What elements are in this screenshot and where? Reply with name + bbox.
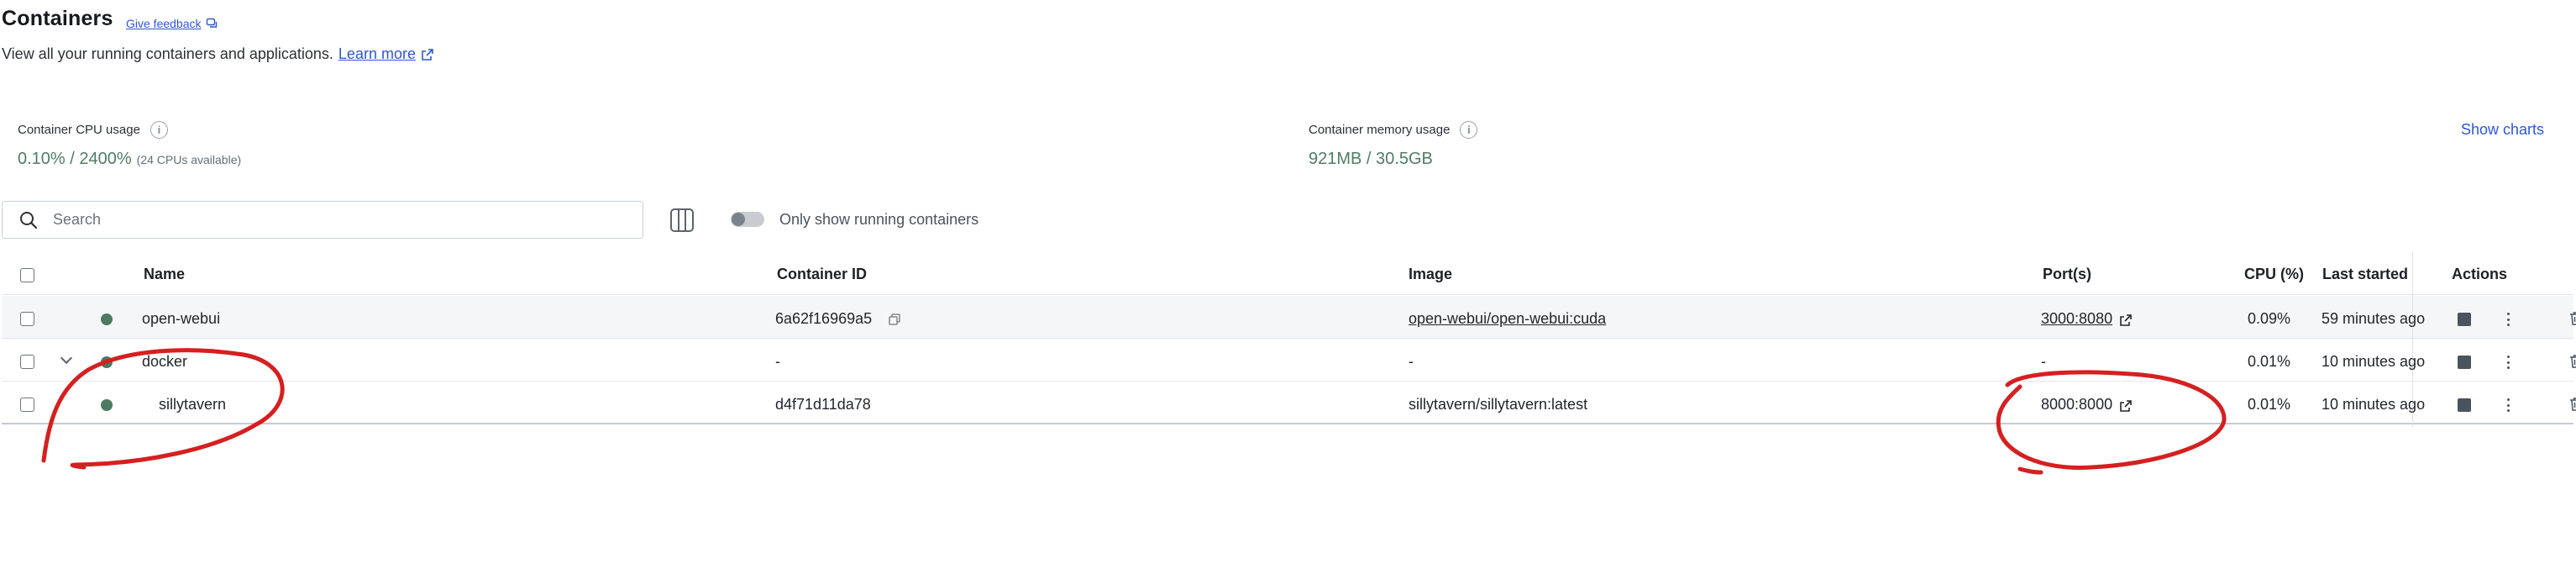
cpu-usage-value: 0.10% / 2400% (24 CPUs available) xyxy=(18,150,241,169)
image-link[interactable]: open-webui/open-webui:cuda xyxy=(1409,310,1606,328)
learn-more-link[interactable]: Learn more xyxy=(338,45,434,63)
column-header-actions: Actions xyxy=(2452,266,2508,282)
columns-icon[interactable] xyxy=(670,208,694,232)
annotation-overlay xyxy=(41,348,2227,475)
column-header-last-started[interactable]: Last started xyxy=(2322,266,2408,283)
subtitle-text: View all your running containers and app… xyxy=(2,45,333,62)
give-feedback-label: Give feedback xyxy=(126,17,202,30)
container-id: - xyxy=(775,353,780,370)
last-started: 10 minutes ago xyxy=(2322,396,2426,413)
cpu-percent: 0.01% xyxy=(2248,353,2291,370)
stop-icon[interactable] xyxy=(2458,356,2471,369)
learn-more-label: Learn more xyxy=(338,45,416,62)
table-row[interactable] xyxy=(2,382,2573,424)
container-id: 6a62f16969a5 xyxy=(775,310,873,327)
give-feedback-link[interactable]: Give feedback xyxy=(126,17,218,30)
trash-icon[interactable] xyxy=(2568,311,2576,326)
memory-usage-label-text: Container memory usage xyxy=(1309,123,1451,137)
search-field[interactable] xyxy=(2,201,643,239)
trash-icon[interactable] xyxy=(2568,354,2576,369)
status-running-dot xyxy=(101,313,113,325)
column-header-container-id[interactable]: Container ID xyxy=(777,266,867,283)
column-header-image[interactable]: Image xyxy=(1409,266,1452,283)
show-charts-button[interactable]: Show charts xyxy=(2461,121,2544,139)
running-only-label: Only show running containers xyxy=(779,211,979,228)
table-row[interactable] xyxy=(2,296,2573,339)
port-link[interactable]: 8000:8000 xyxy=(2041,396,2112,414)
external-link-icon[interactable] xyxy=(2119,399,2133,413)
status-running-dot xyxy=(101,356,113,368)
stop-icon[interactable] xyxy=(2458,313,2471,326)
image-name: sillytavern/sillytavern:latest xyxy=(1409,396,1588,413)
ports: - xyxy=(2041,353,2046,370)
external-link-icon xyxy=(422,48,433,61)
search-icon xyxy=(20,211,38,229)
cpu-usage-number: 0.10% / 2400% xyxy=(18,150,132,168)
memory-usage-value: 921MB / 30.5GB xyxy=(1309,150,1433,169)
info-icon[interactable]: i xyxy=(1460,121,1478,139)
copy-icon[interactable] xyxy=(889,313,900,325)
header-divider xyxy=(2,294,2573,295)
row-checkbox[interactable] xyxy=(20,355,34,369)
trash-icon[interactable] xyxy=(2568,397,2576,412)
cpu-usage-label-text: Container CPU usage xyxy=(18,123,140,137)
last-started: 59 minutes ago xyxy=(2322,310,2426,327)
running-only-toggle[interactable] xyxy=(731,212,764,227)
page-subtitle: View all your running containers and app… xyxy=(2,45,434,63)
select-all-checkbox[interactable] xyxy=(20,268,34,282)
external-link-icon[interactable] xyxy=(2119,313,2133,327)
image-name: - xyxy=(1409,353,1414,370)
info-icon[interactable]: i xyxy=(150,121,168,139)
more-icon[interactable] xyxy=(2500,397,2516,414)
status-running-dot xyxy=(101,399,113,411)
memory-usage-number: 921MB / 30.5GB xyxy=(1309,150,1433,168)
container-name-link[interactable]: docker xyxy=(142,353,187,371)
port-link[interactable]: 3000:8080 xyxy=(2041,310,2112,328)
cpu-percent: 0.01% xyxy=(2248,396,2291,413)
container-name-link[interactable]: sillytavern xyxy=(159,396,226,414)
column-header-cpu[interactable]: CPU (%) xyxy=(2244,266,2304,283)
column-header-name[interactable]: Name xyxy=(144,266,185,283)
more-icon[interactable] xyxy=(2500,311,2516,328)
page-title: Containers xyxy=(2,7,113,30)
row-checkbox[interactable] xyxy=(20,398,34,412)
more-icon[interactable] xyxy=(2500,354,2516,371)
container-id: d4f71d11da78 xyxy=(775,396,871,413)
table-row[interactable] xyxy=(2,339,2573,382)
stop-icon[interactable] xyxy=(2458,398,2471,412)
last-started: 10 minutes ago xyxy=(2322,353,2426,370)
cpu-percent: 0.09% xyxy=(2248,310,2291,327)
cpu-count-note: (24 CPUs available) xyxy=(136,153,242,166)
search-input[interactable] xyxy=(53,211,590,229)
memory-usage-label: Container memory usage i xyxy=(1309,121,1478,139)
feedback-icon xyxy=(206,18,217,28)
container-name-link[interactable]: open-webui xyxy=(142,310,220,328)
row-checkbox[interactable] xyxy=(20,312,34,326)
cpu-usage-label: Container CPU usage i xyxy=(18,121,168,139)
column-header-ports[interactable]: Port(s) xyxy=(2043,266,2091,283)
